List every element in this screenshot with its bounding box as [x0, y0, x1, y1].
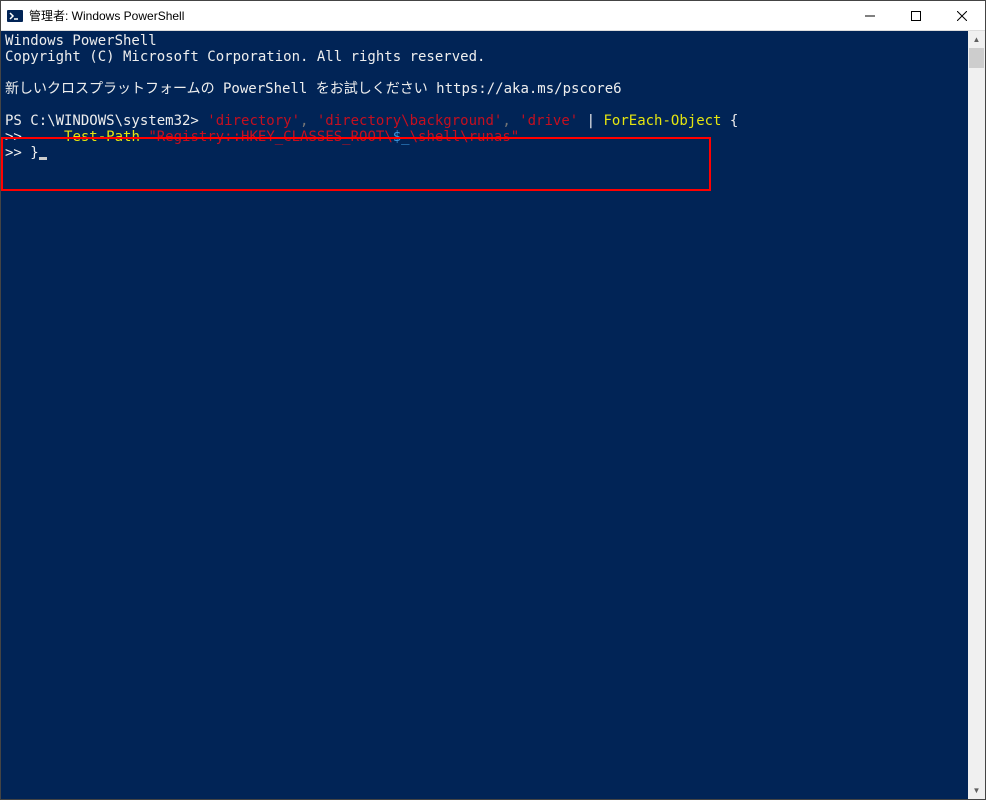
vertical-scrollbar[interactable]: ▲ ▼ [968, 31, 985, 799]
operator: , [300, 113, 317, 129]
operator: | [578, 113, 603, 129]
brace: } [30, 145, 38, 161]
titlebar[interactable]: 管理者: Windows PowerShell [1, 1, 985, 31]
terminal-container: Windows PowerShell Copyright (C) Microso… [1, 31, 985, 799]
scrollbar-down-arrow[interactable]: ▼ [968, 782, 985, 799]
window-title: 管理者: Windows PowerShell [29, 7, 847, 24]
powershell-icon [7, 8, 23, 24]
string-literal: \shell\runas" [410, 129, 520, 145]
variable: $_ [393, 129, 410, 145]
cursor [39, 157, 47, 160]
scrollbar-up-arrow[interactable]: ▲ [968, 31, 985, 48]
maximize-button[interactable] [893, 1, 939, 30]
string-literal: 'directory\background' [317, 113, 502, 129]
close-button[interactable] [939, 1, 985, 30]
terminal-line: 新しいクロスプラットフォームの PowerShell をお試しください http… [5, 81, 622, 97]
highlight-box [1, 137, 711, 191]
prompt: PS C:\WINDOWS\system32> [5, 113, 207, 129]
powershell-window: 管理者: Windows PowerShell Windows PowerShe… [0, 0, 986, 800]
scrollbar-thumb[interactable] [969, 48, 984, 68]
window-controls [847, 1, 985, 30]
cmdlet: ForEach-Object [603, 113, 729, 129]
string-literal: 'drive' [519, 113, 578, 129]
string-literal: 'directory' [207, 113, 300, 129]
cmdlet: Test-Path [64, 129, 148, 145]
string-literal: "Registry::HKEY_CLASSES_ROOT\ [148, 129, 392, 145]
continuation-prompt: >> [5, 129, 64, 145]
operator: , [502, 113, 519, 129]
continuation-prompt: >> [5, 145, 30, 161]
brace: { [730, 113, 738, 129]
terminal-line: Copyright (C) Microsoft Corporation. All… [5, 49, 485, 65]
minimize-button[interactable] [847, 1, 893, 30]
terminal[interactable]: Windows PowerShell Copyright (C) Microso… [1, 31, 968, 799]
terminal-line: Windows PowerShell [5, 33, 157, 49]
